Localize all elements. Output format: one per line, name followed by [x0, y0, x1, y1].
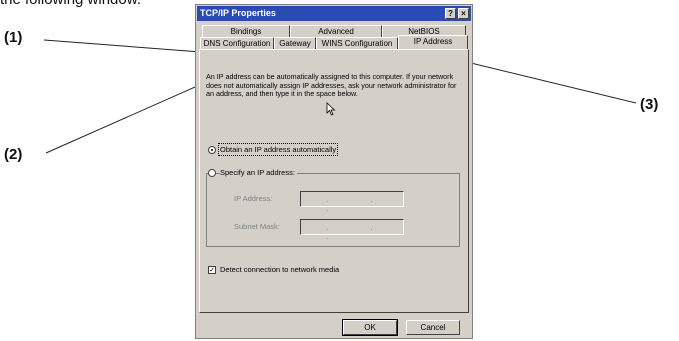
mouse-cursor-icon [326, 102, 336, 116]
tab-advanced[interactable]: Advanced [290, 25, 382, 37]
help-icon[interactable]: ? [445, 8, 456, 19]
ok-button[interactable]: OK [342, 319, 398, 336]
tcpip-properties-dialog: TCP/IP Properties ? × Bindings Advanced … [195, 4, 473, 339]
ip-address-label: IP Address: [234, 194, 273, 203]
description-text: An IP address can be automatically assig… [206, 72, 457, 98]
ip-address-field[interactable]: . . . [300, 191, 404, 213]
detect-media-checkbox[interactable]: ✓ [208, 266, 216, 274]
subnet-mask-label: Subnet Mask: [234, 222, 280, 231]
tab-wins-configuration[interactable]: WINS Configuration [316, 37, 398, 49]
tab-gateway[interactable]: Gateway [274, 37, 316, 49]
tab-ip-address[interactable]: IP Address [398, 35, 468, 49]
callout-label-1: (1) [4, 29, 23, 46]
subnet-mask-field[interactable]: . . . [300, 219, 404, 241]
obtain-ip-radio[interactable] [208, 146, 216, 154]
callout-label-3: (3) [640, 96, 659, 113]
detect-media-label[interactable]: Detect connection to network media [220, 265, 339, 274]
obtain-ip-label[interactable]: Obtain an IP address automatically [217, 143, 339, 156]
close-icon[interactable]: × [458, 8, 469, 19]
cancel-button[interactable]: Cancel [406, 320, 460, 335]
subnet-mask-dots: . . . [326, 223, 393, 241]
tab-dns-configuration[interactable]: DNS Configuration [200, 37, 274, 49]
callout-label-2: (2) [4, 146, 23, 163]
ip-address-dots: . . . [326, 195, 393, 213]
specify-ip-radio[interactable] [208, 169, 216, 177]
tab-bindings[interactable]: Bindings [202, 25, 290, 37]
title-bar: TCP/IP Properties ? × [197, 6, 471, 21]
window-title: TCP/IP Properties [200, 8, 276, 18]
specify-ip-label[interactable]: Specify an IP address: [220, 168, 297, 177]
